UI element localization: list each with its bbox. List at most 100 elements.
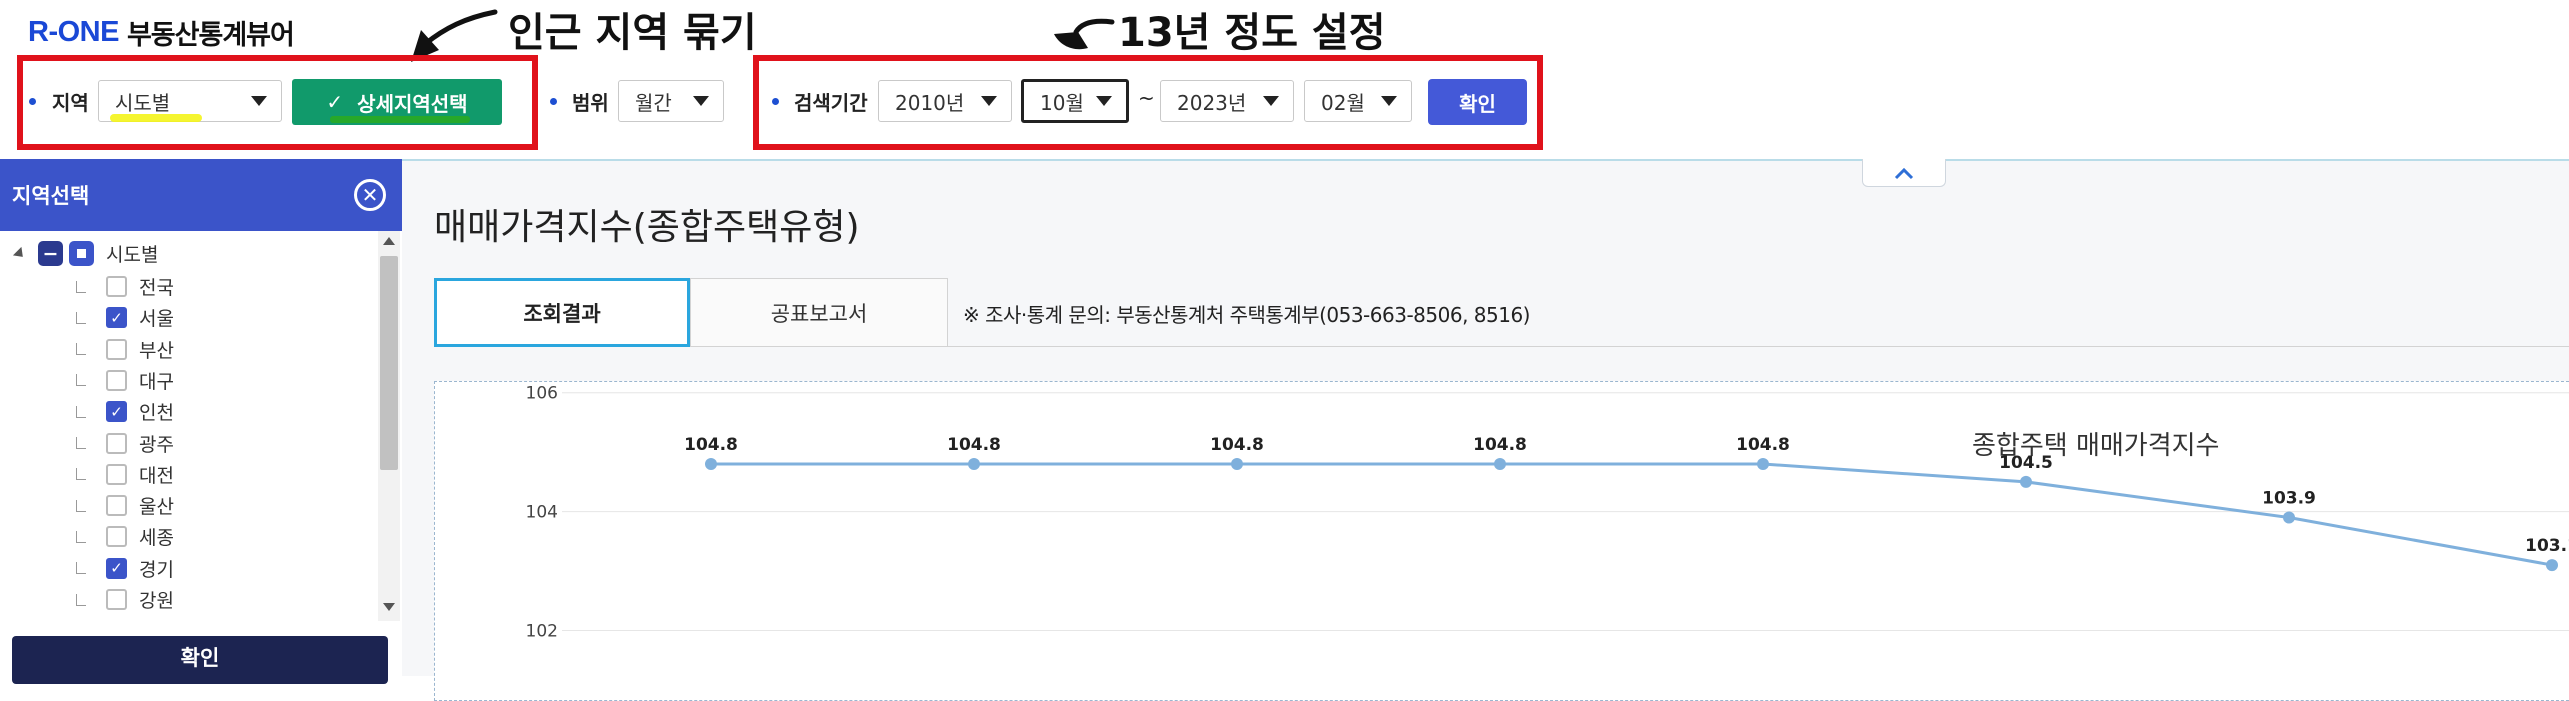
start-year-select[interactable]: 2010년 — [878, 80, 1012, 122]
data-label: 104.5 — [1999, 453, 2053, 473]
y-tick-label: 106 — [526, 384, 558, 404]
highlight-mark — [110, 114, 202, 122]
tree-item-label: 대전 — [139, 464, 174, 487]
data-label: 103.9 — [2262, 489, 2316, 509]
tree-item-label: 전국 — [139, 277, 174, 299]
tree-item[interactable]: 대전 — [76, 461, 174, 488]
tree-item[interactable]: 전국 — [76, 273, 174, 300]
search-confirm-button[interactable]: 확인 — [1428, 79, 1527, 125]
inquiry-note: ※ 조사·통계 문의: 부동산통계처 주택통계부(053-663-8506, 8… — [963, 303, 1530, 327]
checkbox[interactable] — [106, 276, 127, 297]
data-point[interactable] — [1494, 458, 1506, 471]
minus-icon[interactable]: − — [38, 241, 63, 266]
scrollbar-thumb[interactable] — [380, 256, 398, 470]
triangle-collapse-icon[interactable] — [12, 246, 28, 261]
checkbox[interactable]: ✓ — [106, 307, 127, 329]
series-line — [711, 462, 2553, 567]
y-tick-label: 102 — [526, 621, 558, 641]
data-label: 104.8 — [1736, 435, 1790, 455]
annotation-text-right: 13년 정도 설정 — [1118, 10, 1386, 56]
checkbox[interactable] — [106, 495, 127, 517]
checkbox-root[interactable] — [69, 241, 94, 266]
checkbox[interactable]: ✓ — [106, 557, 127, 579]
sidebar-header: 지역선택 ✕ — [0, 159, 402, 231]
logo-brand: R-ONE — [28, 15, 119, 48]
tree-item[interactable]: 부산 — [76, 336, 174, 363]
chevron-down-icon — [981, 96, 997, 106]
data-point[interactable] — [968, 458, 980, 471]
tree-connector — [76, 499, 86, 512]
start-month-select[interactable]: 10월 — [1021, 79, 1129, 123]
region-select-value: 시도별 — [115, 90, 171, 115]
tree-item[interactable]: 울산 — [76, 492, 174, 519]
tree-item-label: 광주 — [139, 433, 174, 456]
start-year-value: 2010년 — [895, 90, 965, 115]
chevron-down-icon — [693, 96, 709, 106]
checkbox[interactable] — [106, 589, 127, 610]
highlight-mark-green — [330, 116, 470, 123]
tree-item[interactable]: 광주 — [76, 430, 174, 457]
data-label: 104.8 — [684, 435, 738, 455]
checkbox[interactable] — [106, 432, 127, 454]
tree-item[interactable]: ✓ 서울 — [76, 304, 174, 331]
chevron-up-icon — [1894, 167, 1914, 179]
scroll-down-icon[interactable] — [383, 603, 395, 611]
data-point[interactable] — [705, 458, 717, 471]
tree-item[interactable]: 강원 — [76, 586, 174, 613]
sidebar-confirm-button[interactable]: 확인 — [12, 636, 388, 684]
range-select-value: 월간 — [635, 90, 672, 115]
tree-item-label: 인천 — [139, 402, 174, 425]
bullet-dot — [29, 98, 36, 105]
collapse-toggle[interactable] — [1862, 159, 1946, 187]
checkbox[interactable] — [106, 526, 127, 548]
data-point[interactable] — [2020, 475, 2032, 488]
region-tree: − 시도별전국 ✓ 서울부산대구 ✓ 인천광주대전울산세종 ✓ 경기강원 — [0, 231, 402, 621]
end-year-value: 2023년 — [1177, 90, 1247, 115]
end-month-select[interactable]: 02월 — [1304, 80, 1412, 122]
bullet-dot — [772, 98, 779, 105]
tree-connector — [76, 437, 86, 449]
tree-item-label: 울산 — [139, 496, 174, 519]
tree-item[interactable]: 대구 — [76, 367, 174, 394]
scroll-up-icon[interactable] — [383, 237, 395, 245]
tree-connector — [76, 562, 86, 575]
logo[interactable]: R-ONE 부동산통계뷰어 — [28, 12, 295, 52]
tree-connector — [76, 280, 86, 293]
tree-connector — [76, 343, 86, 356]
tree-item[interactable]: ✓ 인천 — [76, 398, 174, 425]
tab-result[interactable]: 조회결과 — [434, 278, 690, 347]
tree-item[interactable]: ✓ 경기 — [76, 555, 174, 582]
tree-item[interactable]: 세종 — [76, 523, 174, 550]
tree-connector — [76, 593, 86, 606]
divider — [948, 346, 2569, 347]
data-point[interactable] — [2283, 511, 2295, 524]
tree-item-label: 강원 — [139, 590, 174, 612]
data-label: 104.8 — [947, 435, 1001, 455]
region-label: 지역 — [52, 91, 89, 115]
period-label: 검색기간 — [794, 91, 868, 115]
tree-item-label: 세종 — [139, 527, 174, 550]
data-point[interactable] — [2546, 559, 2558, 572]
close-icon[interactable]: ✕ — [354, 179, 386, 211]
annotation-text-left: 인근 지역 묶기 — [508, 10, 757, 56]
checkbox[interactable] — [106, 463, 127, 485]
data-point[interactable] — [1757, 458, 1769, 471]
tree-connector — [76, 468, 86, 481]
checkbox[interactable] — [106, 369, 127, 391]
tab-report[interactable]: 공표보고서 — [690, 278, 948, 347]
range-select[interactable]: 월간 — [618, 80, 724, 122]
data-point[interactable] — [1231, 458, 1243, 471]
annotation-arrow-right — [1054, 18, 1115, 50]
tree-item-label: 대구 — [139, 370, 174, 393]
bullet-dot — [550, 98, 557, 105]
chevron-down-icon — [251, 96, 267, 106]
tree-root[interactable]: − 시도별 — [12, 240, 158, 267]
checkbox[interactable] — [106, 338, 127, 360]
logo-subtitle: 부동산통계뷰어 — [126, 19, 295, 51]
end-month-value: 02월 — [1321, 90, 1365, 115]
tree-connector — [76, 311, 86, 324]
checkbox[interactable]: ✓ — [106, 401, 127, 423]
detail-region-button-label: 상세지역선택 — [357, 91, 468, 116]
end-year-select[interactable]: 2023년 — [1160, 80, 1294, 122]
divider — [402, 159, 2569, 161]
